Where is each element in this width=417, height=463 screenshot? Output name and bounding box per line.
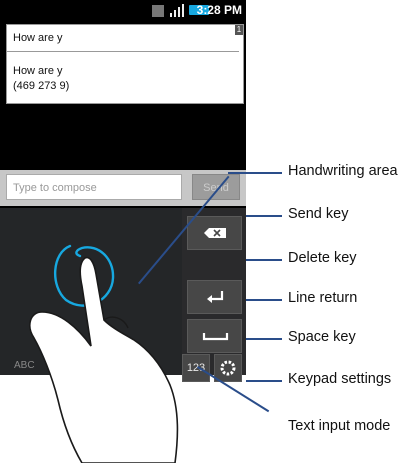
hand-illustration (29, 256, 179, 463)
callout-line-delete (246, 259, 282, 261)
callout-label-settings: Keypad settings (288, 371, 392, 387)
callout-label-input-mode: Text input mode (288, 418, 391, 434)
callout-line-send (246, 215, 282, 217)
callout-label-line-return: Line return (288, 290, 358, 306)
callout-line-settings (246, 380, 282, 382)
callout-label-handwriting: Handwriting area (288, 163, 398, 179)
callout-line-space (246, 338, 282, 340)
callout-label-send: Send key (288, 206, 349, 222)
callout-label-delete: Delete key (288, 250, 357, 266)
callout-line-line-return (246, 299, 282, 301)
callout-line-handwriting-h (228, 172, 282, 174)
callout-label-space: Space key (288, 329, 356, 345)
